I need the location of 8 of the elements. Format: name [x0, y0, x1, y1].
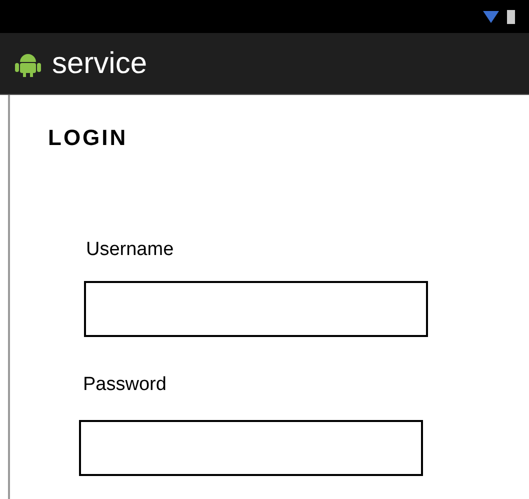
battery-icon	[507, 10, 515, 24]
input-field[interactable]	[79, 420, 423, 476]
signal-icon	[483, 10, 499, 22]
login-heading: LOGIN	[48, 125, 128, 151]
input-field[interactable]	[84, 281, 428, 337]
field-label: Password	[83, 374, 166, 396]
field-label: Username	[86, 239, 174, 261]
app-title: service	[52, 46, 148, 80]
